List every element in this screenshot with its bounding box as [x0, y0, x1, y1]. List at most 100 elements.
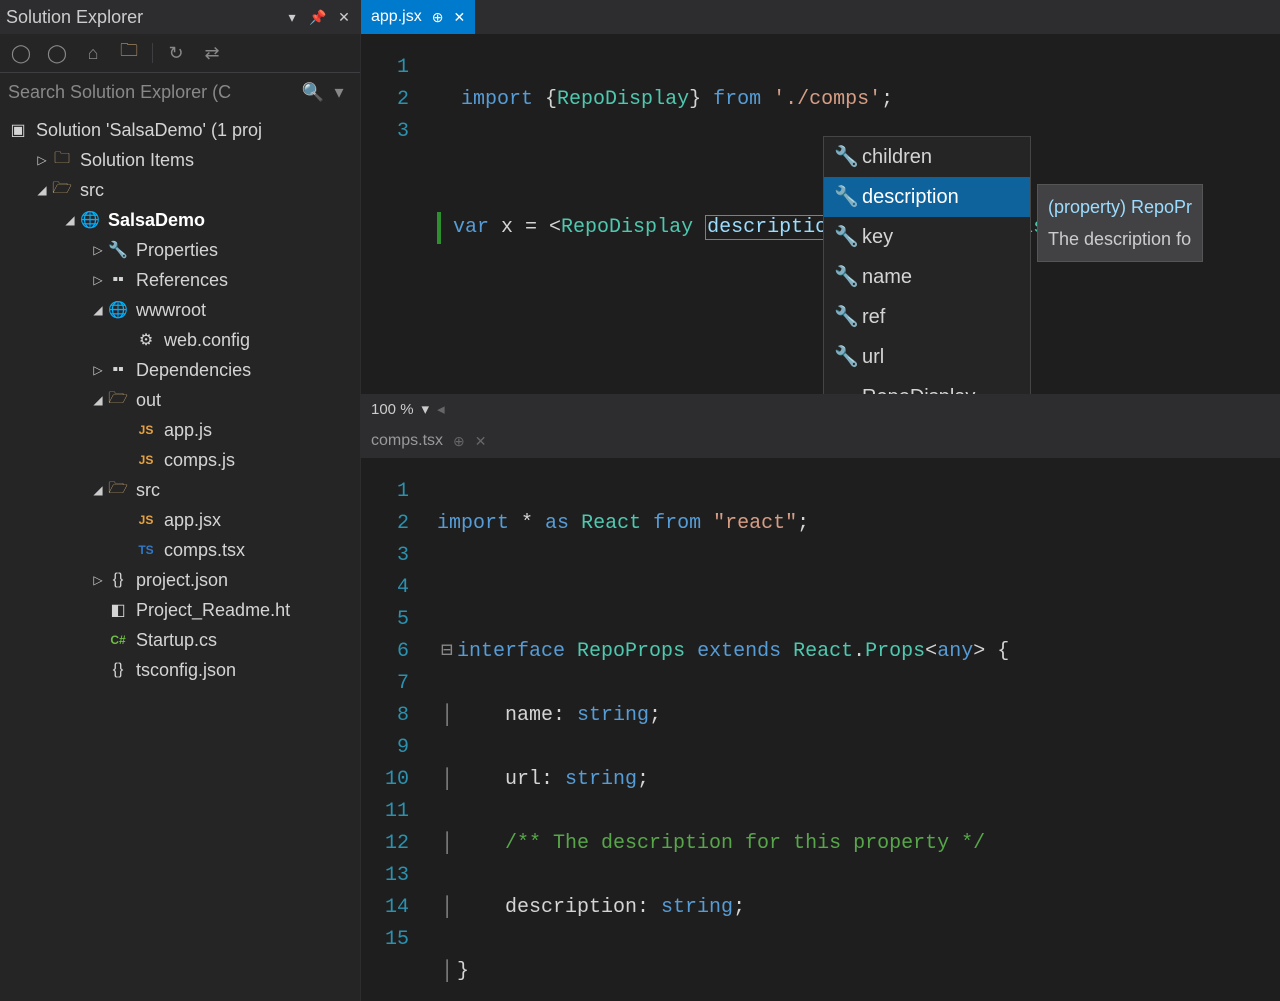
history-button[interactable]: ↻: [163, 40, 189, 66]
tooltip-signature: (property) RepoPr: [1048, 197, 1192, 217]
tree-item-label: out: [136, 390, 161, 411]
intellisense-label: ref: [862, 301, 885, 333]
tree-item[interactable]: ◢🗁out: [0, 385, 360, 415]
tree-item[interactable]: JSapp.js: [0, 415, 360, 445]
jsx-icon: JS: [134, 508, 158, 532]
zoom-level[interactable]: 100 %: [371, 401, 414, 418]
tab-label: comps.tsx: [371, 432, 443, 450]
expand-arrow-icon[interactable]: ◢: [90, 483, 106, 497]
tab-pin-icon[interactable]: ⊕: [453, 433, 465, 450]
intellisense-label: children: [862, 141, 932, 173]
config-icon: ⚙: [134, 328, 158, 352]
tab-close-icon[interactable]: ✕: [453, 9, 465, 26]
folder-button[interactable]: 🗀: [116, 40, 142, 66]
tree-item[interactable]: {}tsconfig.json: [0, 655, 360, 685]
tree-item[interactable]: ◢🗁src: [0, 475, 360, 505]
intellisense-item[interactable]: 🔧description: [824, 177, 1030, 217]
tree-item[interactable]: ▷▪▪ Dependencies: [0, 355, 360, 385]
folder-icon: 🗀: [50, 148, 74, 172]
refs-icon: ▪▪: [106, 358, 130, 382]
editor-bottom[interactable]: 123456789101112131415 import * as React …: [361, 458, 1280, 1001]
expand-arrow-icon[interactable]: ▷: [34, 153, 50, 167]
html-icon: ◧: [106, 598, 130, 622]
tree-item[interactable]: ▷▪▪References: [0, 265, 360, 295]
search-input[interactable]: [8, 82, 300, 103]
tree-item[interactable]: ▷🗀 Solution Items: [0, 145, 360, 175]
split-left-icon[interactable]: ◂: [437, 400, 445, 418]
tree-item[interactable]: ◢🌐 SalsaDemo: [0, 205, 360, 235]
tab-comps-tsx[interactable]: comps.tsx ⊕ ✕: [361, 424, 496, 458]
tab-app-jsx[interactable]: app.jsx ⊕ ✕: [361, 0, 475, 34]
expand-arrow-icon[interactable]: ◢: [62, 213, 78, 227]
expand-arrow-icon[interactable]: ◢: [34, 183, 50, 197]
tree-item[interactable]: ▷{}project.json: [0, 565, 360, 595]
intellisense-popup[interactable]: 🔧children🔧description🔧key🔧name🔧ref🔧urlRe…: [823, 136, 1031, 394]
tree-item[interactable]: ◧ Project_Readme.ht: [0, 595, 360, 625]
close-icon[interactable]: ✕: [334, 7, 354, 27]
expand-arrow-icon[interactable]: ▷: [90, 363, 106, 377]
js-icon: JS: [134, 418, 158, 442]
forward-button[interactable]: ◯: [44, 40, 70, 66]
globe-icon: 🌐: [78, 208, 102, 232]
expand-arrow-icon[interactable]: ▷: [90, 243, 106, 257]
tree-item-label: src: [80, 180, 104, 201]
intellisense-item[interactable]: 🔧 key: [824, 217, 1030, 257]
folder-open-icon: 🗁: [106, 478, 130, 502]
tab-pin-icon[interactable]: ⊕: [432, 9, 444, 26]
tree-item-label: wwwroot: [136, 300, 206, 321]
tree-item-label: Startup.cs: [136, 630, 217, 651]
solution-tree[interactable]: ▣ Solution 'SalsaDemo' (1 proj ▷🗀Solutio…: [0, 111, 360, 1001]
expand-arrow-icon[interactable]: ▷: [90, 573, 106, 587]
tree-item-label: SalsaDemo: [108, 210, 205, 231]
intellisense-tooltip: (property) RepoPr The description fo: [1037, 184, 1203, 262]
expand-arrow-icon[interactable]: ◢: [90, 303, 106, 317]
code-bottom[interactable]: import * as React from "react"; ⊟interfa…: [425, 458, 1280, 1001]
tab-close-icon[interactable]: ✕: [475, 433, 487, 450]
back-button[interactable]: ◯: [8, 40, 34, 66]
search-dropdown-icon[interactable]: ▾: [326, 79, 352, 105]
solution-node[interactable]: ▣ Solution 'SalsaDemo' (1 proj: [0, 115, 360, 145]
gutter-top: 1 2 3: [361, 34, 425, 394]
intellisense-label: key: [862, 221, 893, 253]
tree-item-label: Properties: [136, 240, 218, 261]
editor-area: app.jsx ⊕ ✕ 1 2 3 import {RepoDisplay} f…: [361, 0, 1280, 1001]
wrench-icon: 🔧: [834, 221, 852, 253]
tree-item[interactable]: C#Startup.cs: [0, 625, 360, 655]
sync-button[interactable]: ⇄: [199, 40, 225, 66]
intellisense-item[interactable]: 🔧name: [824, 257, 1030, 297]
expand-arrow-icon[interactable]: ▷: [90, 273, 106, 287]
tree-item[interactable]: JS app.jsx: [0, 505, 360, 535]
tree-item[interactable]: ⚙ web.config: [0, 325, 360, 355]
tree-item[interactable]: JScomps.js: [0, 445, 360, 475]
tree-item[interactable]: TS comps.tsx: [0, 535, 360, 565]
tree-item[interactable]: ◢🌐wwwroot: [0, 295, 360, 325]
tree-item-label: app.jsx: [164, 510, 221, 531]
intellisense-item[interactable]: 🔧url: [824, 337, 1030, 377]
search-icon[interactable]: 🔍: [300, 79, 326, 105]
wrench-icon: 🔧: [106, 238, 130, 262]
tree-item-label: Solution Items: [80, 150, 194, 171]
intellisense-item[interactable]: 🔧 ref: [824, 297, 1030, 337]
expand-arrow-icon[interactable]: ◢: [90, 393, 106, 407]
pin-icon[interactable]: 📌: [308, 7, 328, 27]
gutter-bottom: 123456789101112131415: [361, 458, 425, 1001]
intellisense-item[interactable]: RepoDisplay: [824, 377, 1030, 394]
ts-icon: TS: [134, 538, 158, 562]
tree-item[interactable]: ▷🔧 Properties: [0, 235, 360, 265]
dropdown-icon[interactable]: ▾: [282, 7, 302, 27]
wrench-icon: 🔧: [834, 181, 852, 213]
zoom-bar: 100 % ▾ ◂: [361, 394, 1280, 424]
tree-item-label: comps.tsx: [164, 540, 245, 561]
tree-item-label: tsconfig.json: [136, 660, 236, 681]
wrench-icon: 🔧: [834, 301, 852, 333]
tree-item[interactable]: ◢🗁src: [0, 175, 360, 205]
tree-item-label: Project_Readme.ht: [136, 600, 290, 621]
toolbar: ◯ ◯ ⌂ 🗀 ↻ ⇄: [0, 34, 360, 73]
zoom-dropdown-icon[interactable]: ▾: [422, 400, 430, 418]
tree-item-label: web.config: [164, 330, 250, 351]
intellisense-item[interactable]: 🔧children: [824, 137, 1030, 177]
home-button[interactable]: ⌂: [80, 40, 106, 66]
editor-top[interactable]: 1 2 3 import {RepoDisplay} from './comps…: [361, 34, 1280, 394]
tree-item-label: Dependencies: [136, 360, 251, 381]
intellisense-label: url: [862, 341, 884, 373]
